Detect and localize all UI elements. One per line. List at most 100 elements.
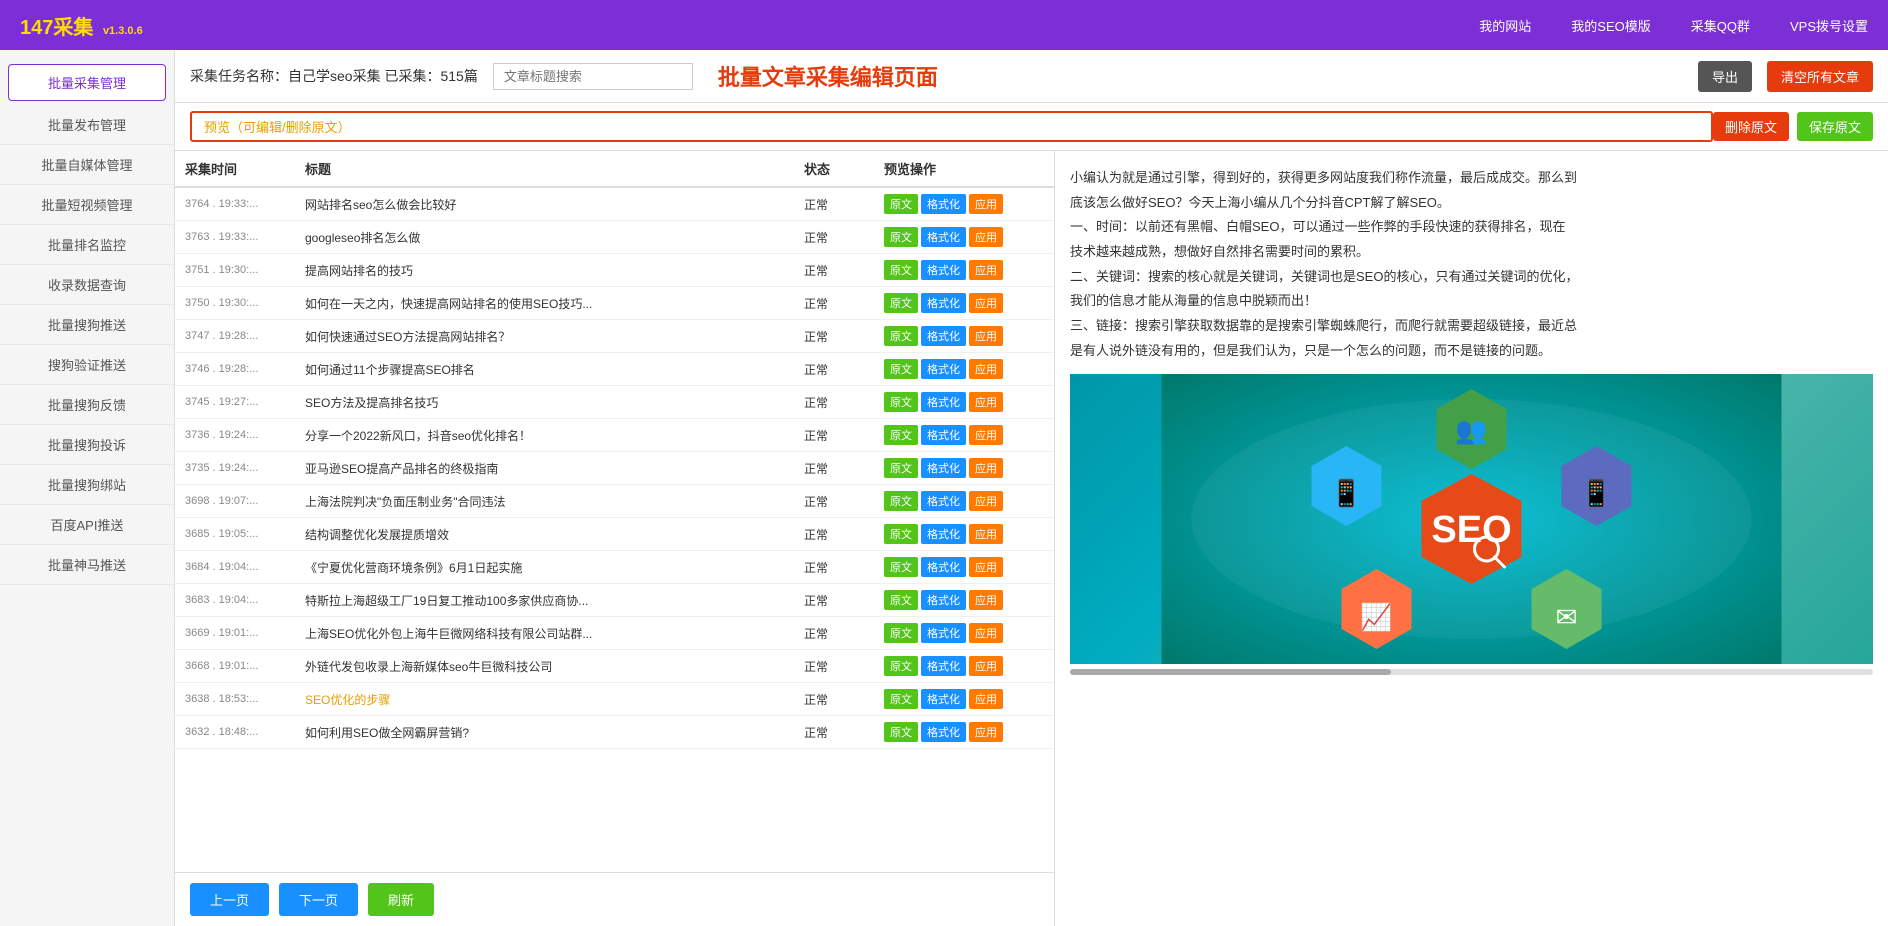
table-row[interactable]: 3683 . 19:04:... 特斯拉上海超级工厂19日复工推动100多家供应… <box>175 584 1054 617</box>
apply-button[interactable]: 应用 <box>969 392 1003 412</box>
sidebar-item-batch-sogou-bind[interactable]: 批量搜狗绑站 <box>0 465 174 505</box>
search-input[interactable] <box>493 63 693 90</box>
format-button[interactable]: 格式化 <box>921 557 966 577</box>
apply-button[interactable]: 应用 <box>969 623 1003 643</box>
format-button[interactable]: 格式化 <box>921 458 966 478</box>
table-row[interactable]: 3736 . 19:24:... 分享一个2022新风口，抖音seo优化排名！ … <box>175 419 1054 452</box>
table-row[interactable]: 3638 . 18:53:... SEO优化的步骤 正常 原文 格式化 应用 <box>175 683 1054 716</box>
header: 147采集 v1.3.0.6 我的网站 我的SEO模版 采集QQ群 VPS拨号设… <box>0 0 1888 50</box>
apply-button[interactable]: 应用 <box>969 293 1003 313</box>
orig-button[interactable]: 原文 <box>884 524 918 544</box>
apply-button[interactable]: 应用 <box>969 458 1003 478</box>
table-row[interactable]: 3685 . 19:05:... 结构调整优化发展提质增效 正常 原文 格式化 … <box>175 518 1054 551</box>
orig-button[interactable]: 原文 <box>884 293 918 313</box>
format-button[interactable]: 格式化 <box>921 590 966 610</box>
nav-vps-settings[interactable]: VPS拨号设置 <box>1790 16 1868 35</box>
apply-button[interactable]: 应用 <box>969 491 1003 511</box>
orig-button[interactable]: 原文 <box>884 194 918 214</box>
sidebar-item-batch-sogou-push[interactable]: 批量搜狗推送 <box>0 305 174 345</box>
orig-button[interactable]: 原文 <box>884 260 918 280</box>
horizontal-scrollbar[interactable] <box>1070 669 1873 675</box>
table-row[interactable]: 3684 . 19:04:... 《宁夏优化营商环境条例》6月1日起实施 正常 … <box>175 551 1054 584</box>
preview-paragraph: 是有人说外链没有用的，但是我们认为，只是一个怎么的问题，而不是链接的问题。 <box>1070 339 1873 364</box>
table-row[interactable]: 3746 . 19:28:... 如何通过11个步骤提高SEO排名 正常 原文 … <box>175 353 1054 386</box>
table-row[interactable]: 3747 . 19:28:... 如何快速通过SEO方法提高网站排名？ 正常 原… <box>175 320 1054 353</box>
orig-button[interactable]: 原文 <box>884 425 918 445</box>
nav-seo-template[interactable]: 我的SEO模版 <box>1571 16 1650 35</box>
row-actions: 原文 格式化 应用 <box>884 227 1044 247</box>
sidebar-item-batch-publish[interactable]: 批量发布管理 <box>0 105 174 145</box>
next-page-button[interactable]: 下一页 <box>279 883 358 916</box>
apply-button[interactable]: 应用 <box>969 359 1003 379</box>
format-button[interactable]: 格式化 <box>921 425 966 445</box>
format-button[interactable]: 格式化 <box>921 326 966 346</box>
sidebar-item-batch-rank[interactable]: 批量排名监控 <box>0 225 174 265</box>
format-button[interactable]: 格式化 <box>921 260 966 280</box>
orig-button[interactable]: 原文 <box>884 326 918 346</box>
format-button[interactable]: 格式化 <box>921 689 966 709</box>
sidebar-item-indexed-data[interactable]: 收录数据查询 <box>0 265 174 305</box>
format-button[interactable]: 格式化 <box>921 491 966 511</box>
apply-button[interactable]: 应用 <box>969 656 1003 676</box>
nav-qq-group[interactable]: 采集QQ群 <box>1691 16 1750 35</box>
toolbar-right: 删除原文 保存原文 <box>1713 112 1873 141</box>
apply-button[interactable]: 应用 <box>969 227 1003 247</box>
table-row[interactable]: 3698 . 19:07:... 上海法院判决"负面压制业务"合同违法 正常 原… <box>175 485 1054 518</box>
format-button[interactable]: 格式化 <box>921 227 966 247</box>
sidebar-item-baidu-api[interactable]: 百度API推送 <box>0 505 174 545</box>
orig-button[interactable]: 原文 <box>884 491 918 511</box>
row-status: 正常 <box>804 328 884 345</box>
sidebar-item-batch-sogou-feedback[interactable]: 批量搜狗反馈 <box>0 385 174 425</box>
table-row[interactable]: 3763 . 19:33:... googleseo排名怎么做 正常 原文 格式… <box>175 221 1054 254</box>
apply-button[interactable]: 应用 <box>969 689 1003 709</box>
sidebar-item-batch-shenma[interactable]: 批量神马推送 <box>0 545 174 585</box>
table-row[interactable]: 3632 . 18:48:... 如何利用SEO做全网霸屏营销? 正常 原文 格… <box>175 716 1054 749</box>
table-row[interactable]: 3668 . 19:01:... 外链代发包收录上海新媒体seo牛巨微科技公司 … <box>175 650 1054 683</box>
format-button[interactable]: 格式化 <box>921 392 966 412</box>
apply-button[interactable]: 应用 <box>969 425 1003 445</box>
format-button[interactable]: 格式化 <box>921 656 966 676</box>
apply-button[interactable]: 应用 <box>969 722 1003 742</box>
apply-button[interactable]: 应用 <box>969 326 1003 346</box>
apply-button[interactable]: 应用 <box>969 557 1003 577</box>
format-button[interactable]: 格式化 <box>921 194 966 214</box>
row-time: 3638 . 18:53:... <box>185 693 305 705</box>
sidebar-item-batch-collect[interactable]: 批量采集管理 <box>8 64 166 101</box>
apply-button[interactable]: 应用 <box>969 524 1003 544</box>
format-button[interactable]: 格式化 <box>921 623 966 643</box>
table-row[interactable]: 3764 . 19:33:... 网站排名seo怎么做会比较好 正常 原文 格式… <box>175 188 1054 221</box>
orig-button[interactable]: 原文 <box>884 689 918 709</box>
table-row[interactable]: 3751 . 19:30:... 提高网站排名的技巧 正常 原文 格式化 应用 <box>175 254 1054 287</box>
format-button[interactable]: 格式化 <box>921 524 966 544</box>
save-orig-button[interactable]: 保存原文 <box>1797 112 1873 141</box>
format-button[interactable]: 格式化 <box>921 293 966 313</box>
orig-button[interactable]: 原文 <box>884 227 918 247</box>
orig-button[interactable]: 原文 <box>884 458 918 478</box>
prev-page-button[interactable]: 上一页 <box>190 883 269 916</box>
orig-button[interactable]: 原文 <box>884 557 918 577</box>
orig-button[interactable]: 原文 <box>884 359 918 379</box>
orig-button[interactable]: 原文 <box>884 590 918 610</box>
table-row[interactable]: 3735 . 19:24:... 亚马逊SEO提高产品排名的终极指南 正常 原文… <box>175 452 1054 485</box>
refresh-button[interactable]: 刷新 <box>368 883 434 916</box>
orig-button[interactable]: 原文 <box>884 623 918 643</box>
orig-button[interactable]: 原文 <box>884 392 918 412</box>
sidebar-item-batch-video[interactable]: 批量短视频管理 <box>0 185 174 225</box>
apply-button[interactable]: 应用 <box>969 590 1003 610</box>
nav-my-site[interactable]: 我的网站 <box>1479 16 1531 35</box>
export-button[interactable]: 导出 <box>1698 61 1752 92</box>
table-row[interactable]: 3745 . 19:27:... SEO方法及提高排名技巧 正常 原文 格式化 … <box>175 386 1054 419</box>
apply-button[interactable]: 应用 <box>969 260 1003 280</box>
apply-button[interactable]: 应用 <box>969 194 1003 214</box>
sidebar-item-sogou-verify[interactable]: 搜狗验证推送 <box>0 345 174 385</box>
format-button[interactable]: 格式化 <box>921 722 966 742</box>
orig-button[interactable]: 原文 <box>884 656 918 676</box>
sidebar-item-batch-sogou-complaint[interactable]: 批量搜狗投诉 <box>0 425 174 465</box>
table-row[interactable]: 3750 . 19:30:... 如何在一天之内，快速提高网站排名的使用SEO技… <box>175 287 1054 320</box>
table-row[interactable]: 3669 . 19:01:... 上海SEO优化外包上海牛巨微网络科技有限公司站… <box>175 617 1054 650</box>
orig-button[interactable]: 原文 <box>884 722 918 742</box>
format-button[interactable]: 格式化 <box>921 359 966 379</box>
delete-orig-button[interactable]: 删除原文 <box>1713 112 1789 141</box>
clear-all-button[interactable]: 清空所有文章 <box>1767 61 1873 92</box>
sidebar-item-batch-media[interactable]: 批量自媒体管理 <box>0 145 174 185</box>
